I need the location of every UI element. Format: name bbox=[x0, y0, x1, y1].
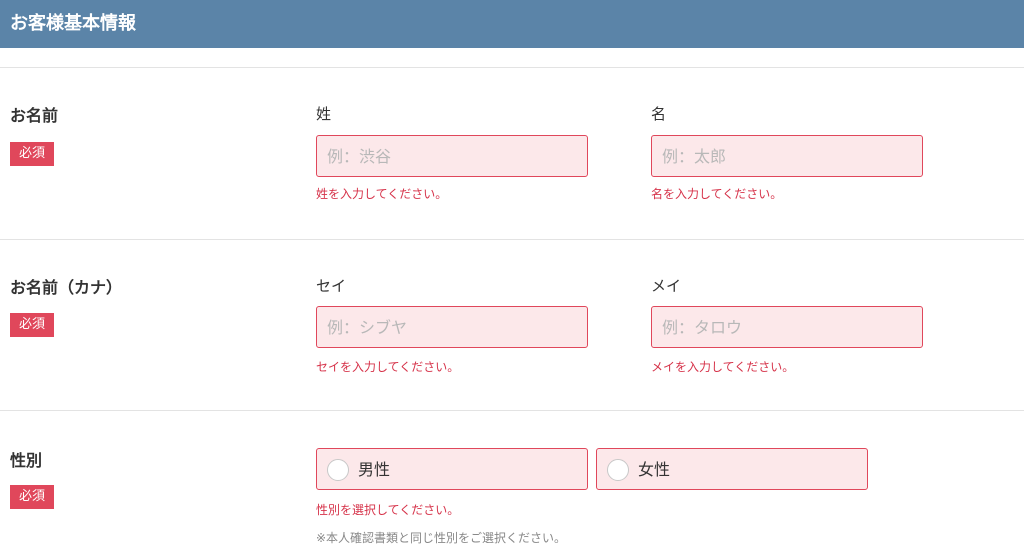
first-name-error: 名を入力してください。 bbox=[651, 187, 783, 201]
last-name-input[interactable] bbox=[316, 135, 588, 177]
gender-error: 性別を選択してください。 bbox=[316, 503, 460, 517]
last-kana-label: セイ bbox=[316, 277, 347, 295]
last-name-label: 姓 bbox=[316, 105, 332, 123]
last-name-error: 姓を入力してください。 bbox=[316, 187, 448, 201]
gender-option-label: 男性 bbox=[358, 460, 391, 479]
last-kana-error: セイを入力してください。 bbox=[316, 360, 460, 374]
required-badge: 必須 bbox=[10, 485, 54, 509]
divider bbox=[0, 67, 1024, 68]
radio-circle-icon[interactable] bbox=[607, 459, 629, 481]
gender-option-female[interactable]: 女性 bbox=[596, 448, 868, 490]
first-name-label: 名 bbox=[651, 105, 667, 123]
required-badge: 必須 bbox=[10, 313, 54, 337]
gender-option-label: 女性 bbox=[638, 460, 671, 479]
divider bbox=[0, 239, 1024, 240]
last-kana-input[interactable] bbox=[316, 306, 588, 348]
divider bbox=[0, 410, 1024, 411]
first-kana-label: メイ bbox=[651, 277, 682, 295]
section-header: お客様基本情報 bbox=[0, 0, 1024, 48]
radio-circle-icon[interactable] bbox=[327, 459, 349, 481]
gender-option-male[interactable]: 男性 bbox=[316, 448, 588, 490]
first-name-input[interactable] bbox=[651, 135, 923, 177]
kana-row-label: お名前（カナ） bbox=[10, 278, 123, 297]
section-title: お客様基本情報 bbox=[10, 13, 136, 34]
name-row-label: お名前 bbox=[10, 106, 59, 125]
first-kana-input[interactable] bbox=[651, 306, 923, 348]
gender-note: ※本人確認書類と同じ性別をご選択ください。 bbox=[316, 531, 567, 545]
first-kana-error: メイを入力してください。 bbox=[651, 360, 795, 374]
gender-row-label: 性別 bbox=[10, 451, 43, 470]
required-badge: 必須 bbox=[10, 142, 54, 166]
